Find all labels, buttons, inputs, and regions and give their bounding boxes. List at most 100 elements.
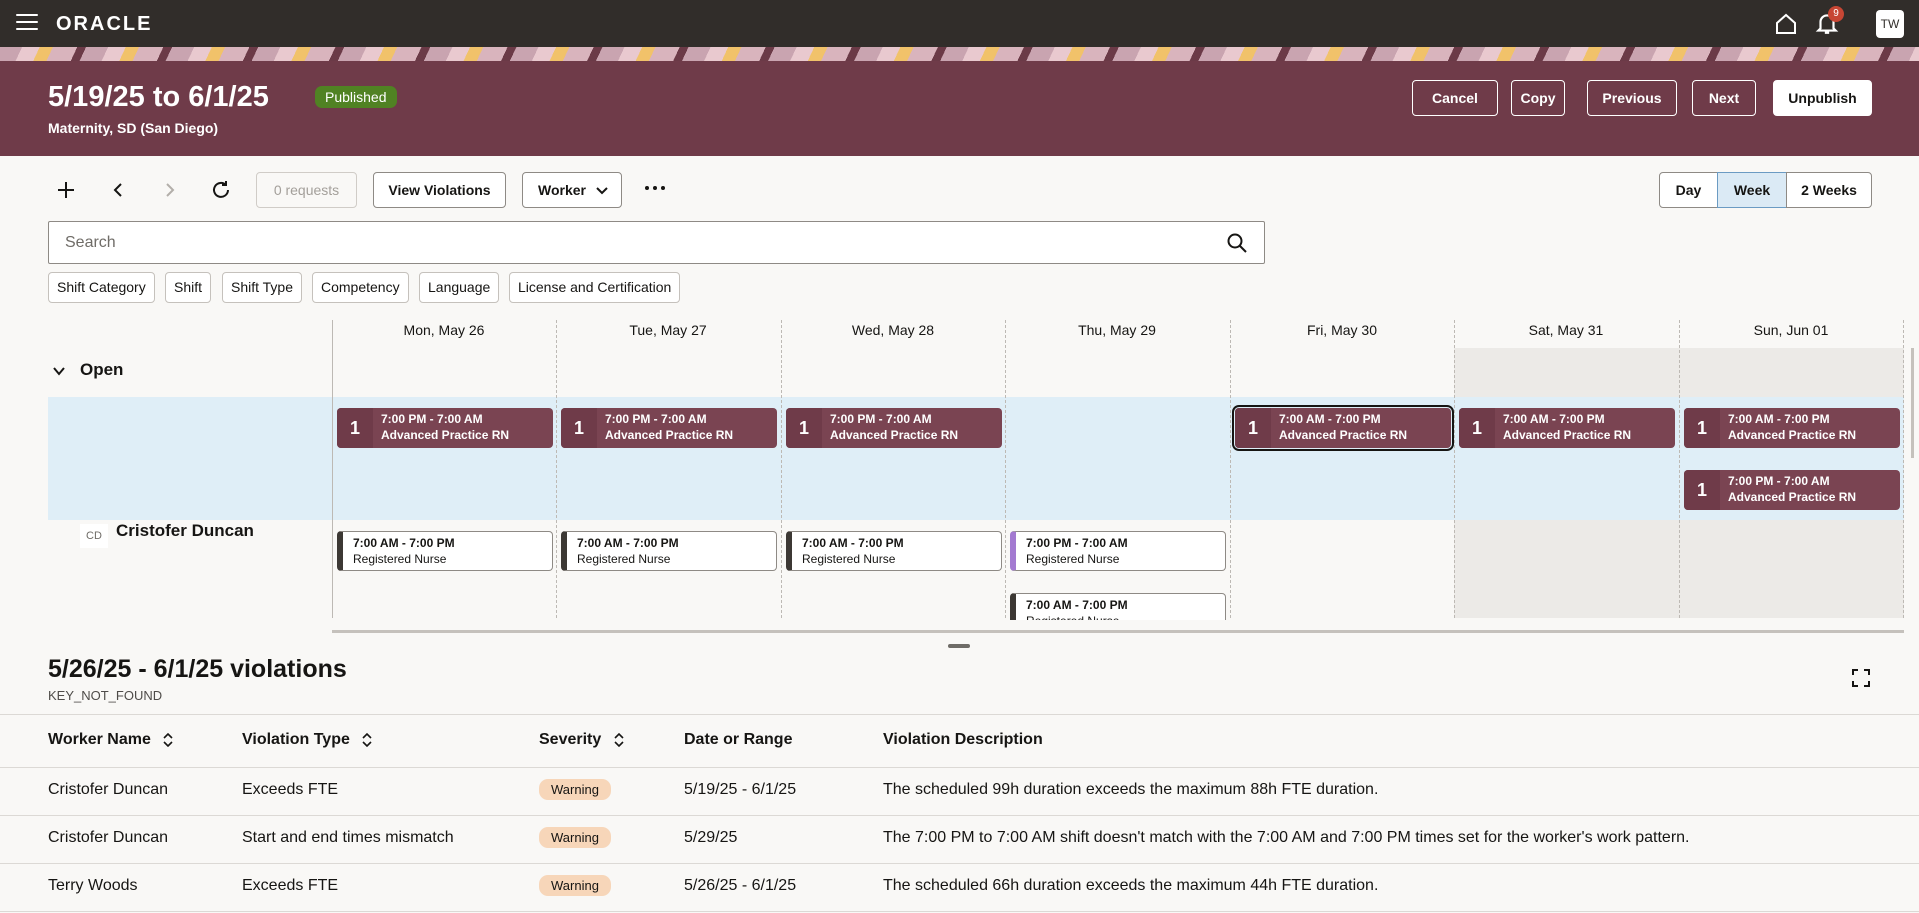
schedule-banner: 5/19/25 to 6/1/25 Published Maternity, S… bbox=[0, 61, 1919, 156]
sort-icon[interactable] bbox=[163, 732, 173, 747]
cell-date-range: 5/29/25 bbox=[684, 829, 738, 846]
view-2-weeks-button[interactable]: 2 Weeks bbox=[1786, 172, 1872, 208]
filter-shift[interactable]: Shift bbox=[165, 272, 212, 303]
filter-shift-type[interactable]: Shift Type bbox=[222, 272, 303, 303]
collapse-chevron-icon[interactable] bbox=[52, 364, 66, 378]
day-header-fri: Fri, May 30 bbox=[1306, 322, 1377, 338]
previous-button[interactable]: Previous bbox=[1587, 80, 1677, 116]
grid-divider bbox=[1005, 320, 1006, 618]
grid-divider bbox=[332, 320, 333, 618]
shift-time: 7:00 PM - 7:00 AM bbox=[605, 412, 707, 426]
column-severity[interactable]: Severity bbox=[539, 731, 624, 749]
shift-time: 7:00 PM - 7:00 AM bbox=[1728, 474, 1830, 488]
open-shift-card[interactable]: 1 7:00 PM - 7:00 AM Advanced Practice RN bbox=[561, 408, 777, 448]
column-violation-type[interactable]: Violation Type bbox=[242, 731, 372, 749]
open-shift-card[interactable]: 1 7:00 PM - 7:00 AM Advanced Practice RN bbox=[786, 408, 1002, 448]
column-description: Violation Description bbox=[883, 731, 1043, 748]
sort-icon[interactable] bbox=[362, 732, 372, 747]
day-header-thu: Thu, May 29 bbox=[1078, 322, 1156, 338]
unpublish-button[interactable]: Unpublish bbox=[1773, 80, 1872, 116]
view-violations-button[interactable]: View Violations bbox=[373, 172, 506, 208]
grid-divider bbox=[1454, 320, 1455, 618]
column-label: Worker Name bbox=[48, 731, 151, 748]
worker-shift-card[interactable]: 7:00 AM - 7:00 PM Registered Nurse bbox=[786, 531, 1002, 571]
shift-time: 7:00 AM - 7:00 PM bbox=[577, 536, 679, 550]
column-date-range: Date or Range bbox=[684, 731, 793, 748]
cell-worker-name: Cristofer Duncan bbox=[48, 829, 169, 846]
banner-pattern bbox=[0, 47, 1919, 61]
worker-shift-card[interactable]: 7:00 AM - 7:00 PM Registered Nurse bbox=[337, 531, 553, 571]
home-icon[interactable] bbox=[1774, 12, 1798, 36]
shift-role: Advanced Practice RN bbox=[1279, 428, 1408, 442]
menu-icon[interactable] bbox=[16, 14, 38, 32]
cell-description: The 7:00 PM to 7:00 AM shift doesn't mat… bbox=[883, 829, 1690, 846]
add-icon[interactable] bbox=[54, 178, 78, 202]
violations-subtitle: KEY_NOT_FOUND bbox=[48, 688, 163, 703]
grid-divider bbox=[1679, 320, 1680, 618]
chevron-right-icon[interactable] bbox=[158, 178, 182, 202]
filter-competency[interactable]: Competency bbox=[312, 272, 409, 303]
column-worker-name[interactable]: Worker Name bbox=[48, 731, 173, 749]
open-shift-card[interactable]: 1 7:00 PM - 7:00 AM Advanced Practice RN bbox=[337, 408, 553, 448]
shift-count: 1 bbox=[337, 408, 373, 448]
chevron-left-icon[interactable] bbox=[106, 178, 130, 202]
panel-splitter-handle[interactable] bbox=[948, 644, 970, 648]
worker-shift-card[interactable]: 7:00 AM - 7:00 PM Registered Nurse bbox=[561, 531, 777, 571]
notification-count-badge: 9 bbox=[1828, 6, 1844, 22]
shift-count: 1 bbox=[561, 408, 597, 448]
filter-shift-category[interactable]: Shift Category bbox=[48, 272, 155, 303]
user-avatar[interactable]: TW bbox=[1876, 10, 1904, 38]
shift-count: 1 bbox=[786, 408, 822, 448]
table-row-divider bbox=[0, 815, 1919, 816]
copy-button[interactable]: Copy bbox=[1511, 80, 1565, 116]
shift-count: 1 bbox=[1235, 408, 1271, 448]
shift-role: Registered Nurse bbox=[802, 552, 896, 566]
day-header-tue: Tue, May 27 bbox=[629, 322, 707, 338]
status-badge: Published bbox=[315, 86, 397, 108]
filter-license-certification[interactable]: License and Certification bbox=[509, 272, 681, 303]
open-shift-card-selected[interactable]: 1 7:00 AM - 7:00 PM Advanced Practice RN bbox=[1232, 405, 1454, 451]
expand-icon[interactable] bbox=[1851, 668, 1871, 688]
view-week-button[interactable]: Week bbox=[1717, 172, 1787, 208]
worker-shift-card[interactable]: 7:00 PM - 7:00 AM Registered Nurse bbox=[1010, 531, 1226, 571]
shift-role: Advanced Practice RN bbox=[1503, 428, 1632, 442]
next-button[interactable]: Next bbox=[1692, 80, 1756, 116]
page-subtitle: Maternity, SD (San Diego) bbox=[48, 120, 219, 136]
open-shift-card[interactable]: 1 7:00 PM - 7:00 AM Advanced Practice RN bbox=[1684, 470, 1900, 510]
page-title: 5/19/25 to 6/1/25 bbox=[48, 81, 269, 113]
sort-icon[interactable] bbox=[614, 732, 624, 747]
refresh-icon[interactable] bbox=[209, 178, 233, 202]
horizontal-scrollbar[interactable] bbox=[332, 630, 1904, 633]
search-icon[interactable] bbox=[1226, 232, 1248, 254]
cancel-button[interactable]: Cancel bbox=[1412, 80, 1498, 116]
filter-language[interactable]: Language bbox=[419, 272, 500, 303]
shift-count: 1 bbox=[1684, 408, 1720, 448]
shift-role: Advanced Practice RN bbox=[830, 428, 959, 442]
shift-role: Advanced Practice RN bbox=[605, 428, 734, 442]
global-header: ORACLE 9 TW bbox=[0, 0, 1919, 47]
table-divider bbox=[0, 714, 1919, 715]
cell-violation-type: Exceeds FTE bbox=[242, 781, 339, 798]
view-day-button[interactable]: Day bbox=[1659, 172, 1718, 208]
shift-time: 7:00 AM - 7:00 PM bbox=[1503, 412, 1605, 426]
shift-time: 7:00 PM - 7:00 AM bbox=[381, 412, 483, 426]
more-actions-icon[interactable] bbox=[645, 186, 665, 192]
cell-date-range: 5/19/25 - 6/1/25 bbox=[684, 781, 797, 798]
worker-shift-card[interactable]: 7:00 AM - 7:00 PM Registered Nurse bbox=[1010, 593, 1226, 620]
oracle-logo[interactable]: ORACLE bbox=[56, 13, 152, 36]
column-label: Severity bbox=[539, 731, 602, 748]
severity-badge: Warning bbox=[539, 875, 611, 896]
search-input[interactable]: Search bbox=[48, 221, 1265, 264]
open-shift-card[interactable]: 1 7:00 AM - 7:00 PM Advanced Practice RN bbox=[1684, 408, 1900, 448]
cell-description: The scheduled 99h duration exceeds the m… bbox=[883, 781, 1379, 798]
cell-description: The scheduled 66h duration exceeds the m… bbox=[883, 877, 1379, 894]
worker-avatar: CD bbox=[80, 524, 108, 548]
requests-button[interactable]: 0 requests bbox=[256, 172, 357, 208]
vertical-scrollbar[interactable] bbox=[1911, 348, 1914, 458]
worker-select[interactable]: Worker bbox=[522, 172, 622, 208]
shift-role: Advanced Practice RN bbox=[1728, 428, 1857, 442]
chevron-down-icon bbox=[596, 187, 608, 195]
worker-name[interactable]: Cristofer Duncan bbox=[116, 521, 254, 541]
shift-role: Registered Nurse bbox=[353, 552, 447, 566]
open-shift-card[interactable]: 1 7:00 AM - 7:00 PM Advanced Practice RN bbox=[1459, 408, 1675, 448]
